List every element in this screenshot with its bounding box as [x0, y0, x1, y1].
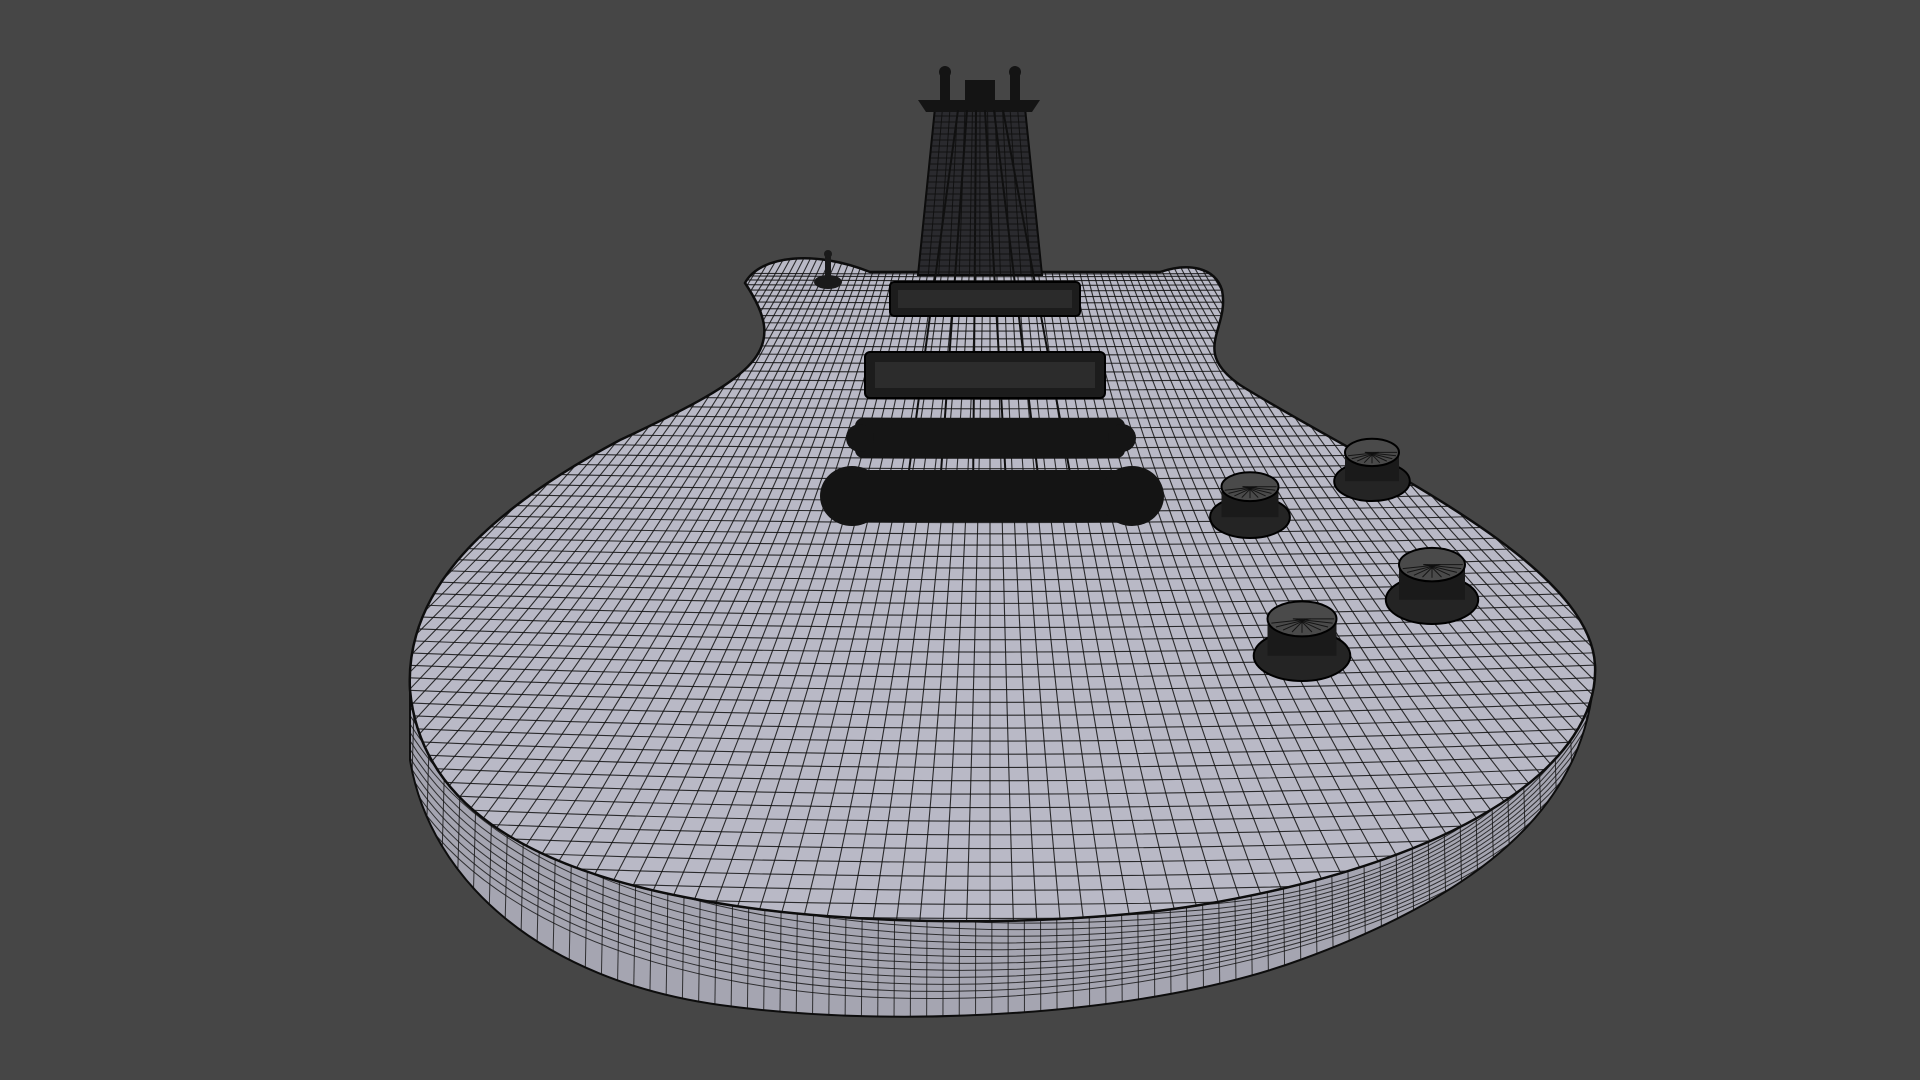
control-knob — [1209, 471, 1291, 539]
tailpiece — [820, 466, 1164, 526]
bridge — [846, 418, 1136, 458]
guitar-neck — [916, 107, 1044, 276]
bridge-pickup — [864, 351, 1106, 399]
guitar-headstock — [918, 66, 1040, 112]
control-knob — [1384, 546, 1480, 625]
control-knob — [1333, 437, 1411, 503]
3d-viewport[interactable] — [0, 0, 1920, 1080]
guitar-wireframe-render — [408, 66, 1597, 1018]
neck-pickup — [889, 281, 1081, 317]
control-knob — [1252, 600, 1352, 683]
